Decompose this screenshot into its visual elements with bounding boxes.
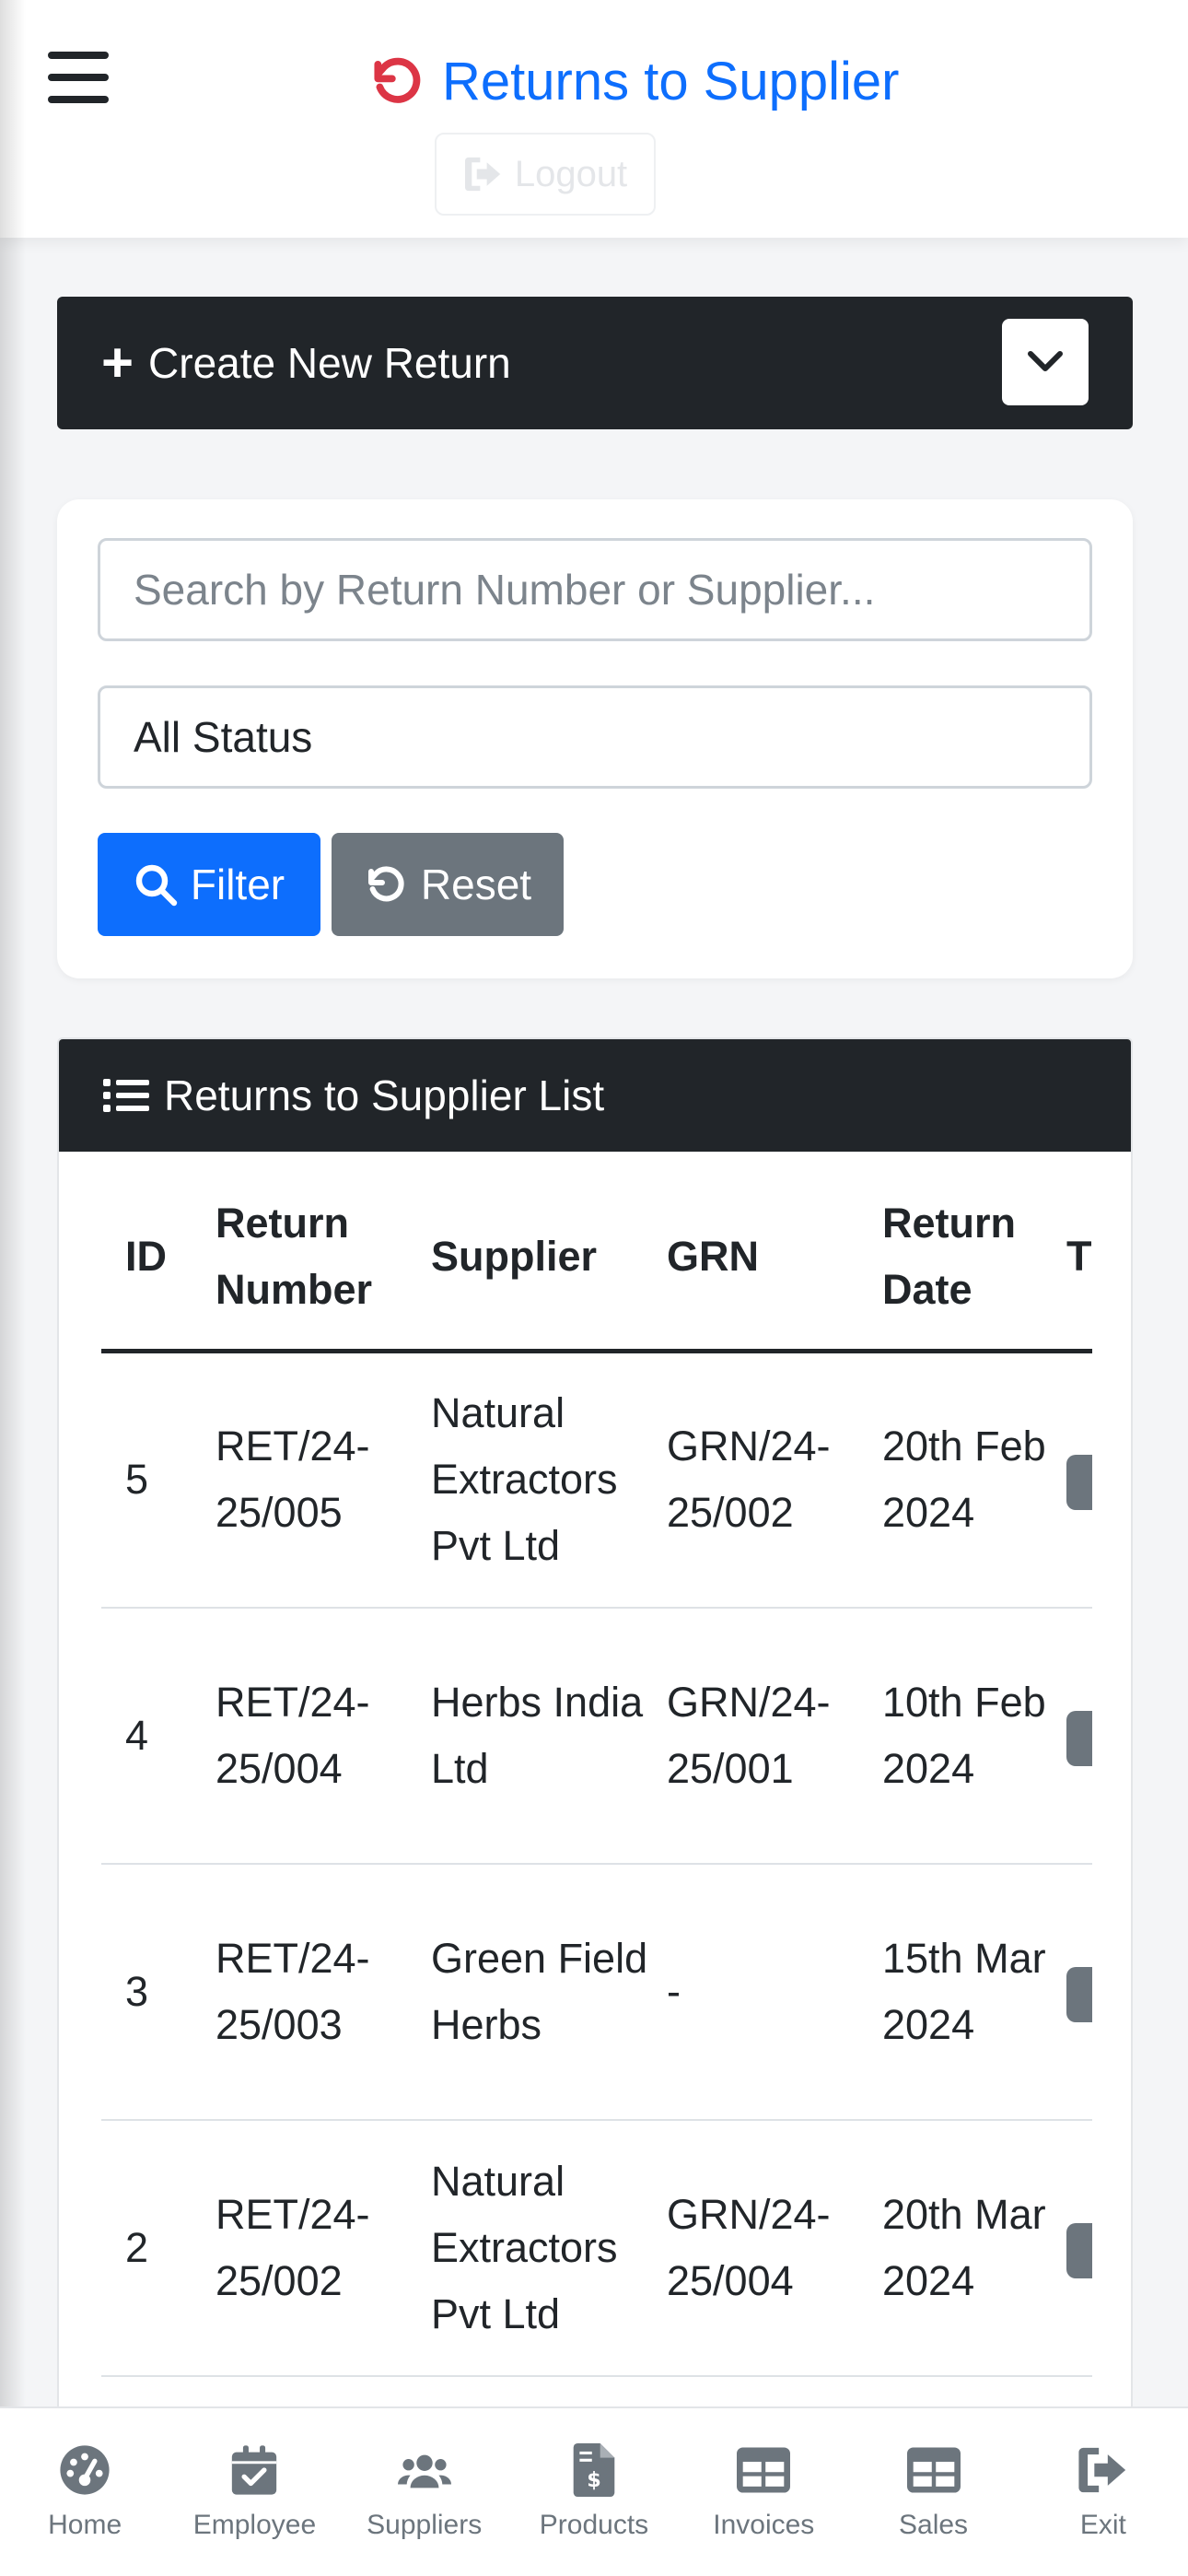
menu-toggle-button[interactable] [48, 52, 109, 103]
cell-grn: GRN/24-25/002 [667, 1351, 882, 1609]
status-select-value: All Status [134, 713, 313, 761]
table-icon [906, 2447, 961, 2493]
cell-return-number: RET/24-25/002 [215, 2119, 431, 2377]
dashboard-gauge-icon [60, 2445, 110, 2495]
cell-return-date: 10th Feb 2024 [882, 1607, 1066, 1865]
logout-button[interactable]: Logout [435, 133, 656, 216]
nav-label: Products [539, 2510, 649, 2540]
table-header-row: ID Return Number Supplier GRN Return Dat… [101, 1152, 1092, 1353]
nav-label: Invoices [713, 2510, 815, 2540]
cell-return-number: RET/24-25/003 [215, 1863, 431, 2121]
nav-item-products[interactable]: $ Products [516, 2443, 672, 2541]
calendar-check-icon [232, 2445, 277, 2495]
returns-table: ID Return Number Supplier GRN Return Dat… [101, 1152, 1092, 2377]
sign-out-icon [464, 157, 501, 192]
cell-supplier: Herbs India Ltd [431, 1607, 667, 1865]
cell-return-date: 15th Mar 2024 [882, 1863, 1066, 2121]
search-icon [135, 864, 178, 907]
cell-grn: GRN/24-25/001 [667, 1607, 882, 1865]
status-badge [1066, 1710, 1092, 1766]
nav-label: Employee [192, 2510, 317, 2540]
undo-icon [367, 866, 404, 902]
cell-return-number: RET/24-25/004 [215, 1607, 431, 1865]
cell-grn: GRN/24-25/004 [667, 2119, 882, 2377]
undo-icon [374, 57, 421, 103]
table-row[interactable]: 5 RET/24-25/005 Natural Extractors Pvt L… [101, 1351, 1092, 1609]
cell-status [1066, 1863, 1092, 2121]
list-title: Returns to Supplier List [164, 1071, 605, 1119]
column-header-id[interactable]: ID [101, 1152, 215, 1353]
nav-item-employee[interactable]: Employee [176, 2443, 332, 2541]
nav-item-home[interactable]: Home [6, 2443, 163, 2541]
cell-supplier: Natural Extractors Pvt Ltd [431, 2119, 667, 2377]
table-row[interactable]: 2 RET/24-25/002 Natural Extractors Pvt L… [101, 2119, 1092, 2377]
list-header: Returns to Supplier List [59, 1039, 1131, 1152]
nav-label: Suppliers [367, 2510, 483, 2540]
nav-item-suppliers[interactable]: Suppliers [346, 2443, 503, 2541]
column-header-truncated[interactable]: T [1066, 1152, 1092, 1353]
nav-label: Home [48, 2510, 122, 2540]
menu-bar [48, 52, 109, 59]
cell-grn: - [667, 1863, 882, 2121]
menu-bar [48, 74, 109, 81]
cell-status [1066, 1607, 1092, 1865]
column-header-return-date[interactable]: Return Date [882, 1152, 1066, 1353]
page-title-text: Returns to Supplier [442, 51, 900, 111]
cell-id: 3 [101, 1863, 215, 2121]
page-title: Returns to Supplier [368, 44, 899, 118]
cell-status [1066, 2119, 1092, 2377]
filter-card: All Status Filter Reset [57, 499, 1133, 978]
search-input[interactable] [98, 538, 1092, 641]
status-badge [1066, 1455, 1092, 1511]
chevron-down-icon [1028, 351, 1063, 371]
svg-text:$: $ [587, 2468, 601, 2492]
status-badge [1066, 1966, 1092, 2022]
table-row[interactable]: 3 RET/24-25/003 Green Field Herbs - 15th… [101, 1863, 1092, 2121]
filter-button-label: Filter [190, 861, 285, 908]
column-header-supplier[interactable]: Supplier [431, 1152, 667, 1353]
status-select[interactable]: All Status [98, 685, 1092, 789]
invoice-dollar-icon: $ [573, 2443, 615, 2497]
nav-item-invoices[interactable]: Invoices [685, 2443, 842, 2541]
plus-icon: + [101, 332, 134, 393]
create-return-panel-header[interactable]: + Create New Return [57, 297, 1133, 429]
status-badge [1066, 2222, 1092, 2278]
filter-button[interactable]: Filter [98, 833, 320, 936]
cell-id: 2 [101, 2119, 215, 2377]
cell-supplier: Green Field Herbs [431, 1863, 667, 2121]
returns-table-scroll[interactable]: ID Return Number Supplier GRN Return Dat… [101, 1152, 1092, 2574]
nav-label: Sales [899, 2510, 969, 2540]
cell-supplier: Natural Extractors Pvt Ltd [431, 1351, 667, 1609]
table-icon [737, 2447, 791, 2493]
create-panel-toggle-button[interactable] [1002, 319, 1089, 405]
cell-status [1066, 1351, 1092, 1609]
cell-return-number: RET/24-25/005 [215, 1351, 431, 1609]
logout-label: Logout [514, 153, 628, 194]
reset-button-label: Reset [420, 861, 532, 908]
column-header-return-number[interactable]: Return Number [215, 1152, 431, 1353]
side-shadow [0, 0, 26, 2576]
create-return-label: Create New Return [148, 339, 511, 387]
nav-item-sales[interactable]: Sales [856, 2443, 1012, 2541]
table-row[interactable]: 4 RET/24-25/004 Herbs India Ltd GRN/24-2… [101, 1607, 1092, 1865]
bottom-navigation: Home Employee Suppliers $ Products Invoi… [0, 2406, 1188, 2576]
sign-out-icon [1078, 2447, 1125, 2493]
nav-item-exit[interactable]: Exit [1025, 2443, 1182, 2541]
app-header: Returns to Supplier Logout [0, 0, 1188, 238]
users-icon [397, 2454, 451, 2488]
cell-id: 4 [101, 1607, 215, 1865]
cell-return-date: 20th Feb 2024 [882, 1351, 1066, 1609]
cell-return-date: 20th Mar 2024 [882, 2119, 1066, 2377]
menu-bar [48, 96, 109, 103]
nav-label: Exit [1079, 2510, 1126, 2540]
cell-id: 5 [101, 1351, 215, 1609]
list-icon [103, 1079, 149, 1112]
returns-list-card: Returns to Supplier List ID Return Numbe… [57, 1037, 1133, 2576]
reset-button[interactable]: Reset [332, 833, 564, 936]
column-header-grn[interactable]: GRN [667, 1152, 882, 1353]
